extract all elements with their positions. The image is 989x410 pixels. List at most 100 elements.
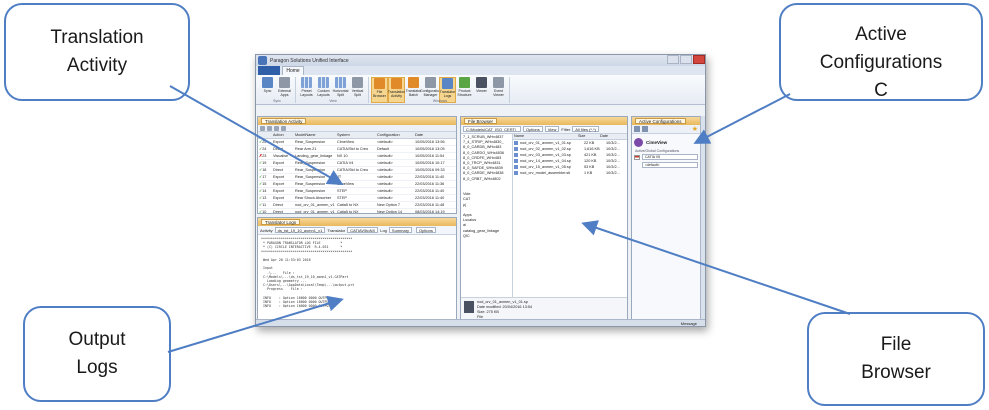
log-label: Log — [380, 227, 387, 233]
log-line: INFO : Option 16000 0000 OUTPUT — [261, 304, 331, 309]
file-name: nod_crv_14_axmen_v1_04.sp — [520, 159, 571, 163]
callout-text: Output Logs — [68, 329, 126, 378]
close-button[interactable] — [693, 55, 705, 64]
file-type-icon — [464, 301, 474, 313]
row-id: 10 — [262, 210, 267, 214]
table-cell: Direct — [272, 201, 294, 209]
table-row[interactable]: ✓15 Export Rear_Suspension CimeView <default… — [258, 180, 456, 188]
minimize-button[interactable] — [667, 55, 679, 64]
table-row[interactable]: ✓13 Export Rear Shock Absorber STEP <default… — [258, 194, 456, 202]
file-name: nod_crv_02_axmen_v1_02.sp — [520, 147, 571, 151]
table-cell: 10/05/2016 13:05 — [414, 145, 456, 153]
filter-select[interactable]: All files (*.*) — [572, 126, 599, 132]
file-name: nod_crv_03_axmen_v1_03.sp — [520, 153, 571, 157]
file-icon — [514, 171, 518, 175]
table-cell: Catia5 to NX — [336, 201, 376, 209]
list-icon[interactable] — [642, 126, 648, 132]
file-size: 1,616 KB — [584, 147, 600, 151]
table-row[interactable]: ✗23 Visualise Landing_gear_linkage NX 10 <de… — [258, 152, 456, 160]
table-cell: Rear_Suspension — [294, 173, 336, 181]
table-cell: Export — [272, 138, 294, 146]
file-browser-panel: File Browser C:\Models\CAT_ISO_CERT\ Opt… — [460, 116, 628, 320]
log-filter-bar: Activity ds_tst_19_10_axmn1_v1 Translato… — [258, 226, 456, 235]
table-cell: Visualise — [272, 152, 294, 160]
grid-icon[interactable] — [634, 126, 640, 132]
file-date: 10/3/2... — [606, 159, 620, 163]
window-title: Paragon Solutions Unified Interface — [270, 57, 349, 64]
table-row[interactable]: ✓25 Export Rear_Suspension CimeView <default… — [258, 138, 456, 146]
table-cell: 10/05/2016 09:33 — [414, 166, 456, 174]
file-list: Name Size Date nod_crv_01_axmen_v1_01.sp… — [513, 134, 627, 297]
tab-home[interactable]: Home — [282, 66, 304, 75]
file-date: 10/3/2... — [606, 147, 620, 151]
tab-file-browser[interactable]: File Browser — [464, 118, 498, 124]
file-menu-button[interactable] — [258, 66, 280, 75]
column-date[interactable]: Date — [599, 134, 627, 139]
settings-icon[interactable] — [281, 125, 286, 131]
row-id: 19 — [262, 161, 267, 165]
table-row[interactable]: ✓11 Direct nod_crv_01_axmen_v1 Catia5 to NX… — [258, 201, 456, 209]
row-id: 25 — [262, 140, 267, 144]
star-icon[interactable]: ★ — [692, 125, 698, 133]
table-cell: STEP — [336, 194, 376, 202]
refresh-icon[interactable] — [260, 125, 265, 131]
column-size[interactable]: Size — [577, 134, 599, 139]
table-cell: STEP — [336, 187, 376, 195]
file-size: 1 KB — [584, 171, 593, 175]
browser-options-button[interactable]: Options — [523, 126, 543, 132]
translator-dropdown[interactable]: CATIA V5 — [642, 154, 698, 160]
translator-select[interactable]: CATIAV5toNX — [347, 227, 379, 233]
table-row[interactable]: ✓19 Export Rear_Suspension CATIA V4 <default… — [258, 159, 456, 167]
app-logo-icon — [258, 56, 267, 65]
logs-icon — [442, 78, 453, 89]
table-cell: <default> — [376, 194, 414, 202]
file-name: nod_crv_model_assembler.stl — [520, 171, 571, 175]
callout-file-browser: File Browser — [807, 312, 985, 406]
table-cell: 22/03/2016 11:40 — [414, 194, 456, 202]
app-window: Paragon Solutions Unified Interface Home… — [255, 54, 706, 327]
activity-select[interactable]: ds_tst_19_10_axmn1_v1 — [274, 227, 326, 233]
table-row[interactable]: ✓14 Export Rear_Suspension STEP <default> 22/… — [258, 187, 456, 195]
browser-address-bar: C:\Models\CAT_ISO_CERT\ Options View Fil… — [461, 125, 627, 134]
table-cell: Rear_Suspension — [294, 180, 336, 188]
activity-toolbar — [258, 125, 456, 132]
ribbon-group-sync: Sync External Apps Sync — [259, 77, 296, 103]
tab-translation-activity[interactable]: Translation Activity — [261, 118, 307, 124]
tree-item[interactable]: 8_0_CARDE_WHx4838 — [463, 171, 510, 176]
translator-flag-icon — [634, 154, 640, 160]
batch-icon — [408, 77, 419, 88]
layout-icon — [301, 77, 312, 88]
ribbon-tabs: Home — [256, 66, 705, 75]
viewer-icon — [476, 77, 487, 88]
table-row[interactable]: ✓17 Export Rear_Suspension JT <default> 22/03… — [258, 173, 456, 181]
log-options-button[interactable]: Options — [416, 227, 436, 233]
table-cell: Export — [272, 180, 294, 188]
view-button[interactable]: View — [544, 126, 560, 132]
run-icon[interactable] — [267, 125, 272, 131]
maximize-button[interactable] — [680, 55, 692, 64]
tree-item[interactable]: QIC — [463, 234, 510, 239]
table-row[interactable]: ✓24 Direct Rear Arm.21 CATIA/Std to Creo Def… — [258, 145, 456, 153]
table-cell: Export — [272, 173, 294, 181]
configuration-dropdown[interactable]: <default> — [642, 162, 698, 168]
column-name[interactable]: Name — [513, 134, 577, 139]
folder-tree: 7_1_SCRUB_WHx4837 7_4_STRIP_WHx4830_ 8_0_C… — [461, 134, 513, 297]
delete-icon[interactable] — [274, 125, 279, 131]
file-date: 10/3/2... — [606, 153, 620, 157]
filter-label: Filter — [561, 126, 571, 132]
tab-translator-logs[interactable]: Translator Logs — [261, 219, 301, 225]
path-input[interactable]: C:\Models\CAT_ISO_CERT\ — [463, 126, 521, 132]
tab-active-configurations[interactable]: Active Configurations — [635, 118, 686, 124]
table-cell: 22/03/2016 11:40 — [414, 173, 456, 181]
table-row[interactable]: ✓10 Direct nod_crv_01_axmen_v1 Catia5 to NX… — [258, 208, 456, 214]
side-panel-strip[interactable] — [700, 116, 705, 319]
log-select[interactable]: Summary — [388, 227, 413, 233]
table-cell: <default> — [376, 152, 414, 160]
callout-translation-activity: Translation Activity — [4, 3, 190, 101]
list-item[interactable]: nod_crv_model_assembler.stl 1 KB 10/3/2... — [513, 170, 627, 176]
table-cell: 22/03/2016 11:40 — [414, 187, 456, 195]
table-row[interactable]: ✓18 Direct Rear_Suspension CATIA/Std to Cre… — [258, 166, 456, 174]
table-cell: <default> — [376, 159, 414, 167]
row-id: 17 — [262, 175, 267, 179]
file-icon — [514, 141, 518, 145]
